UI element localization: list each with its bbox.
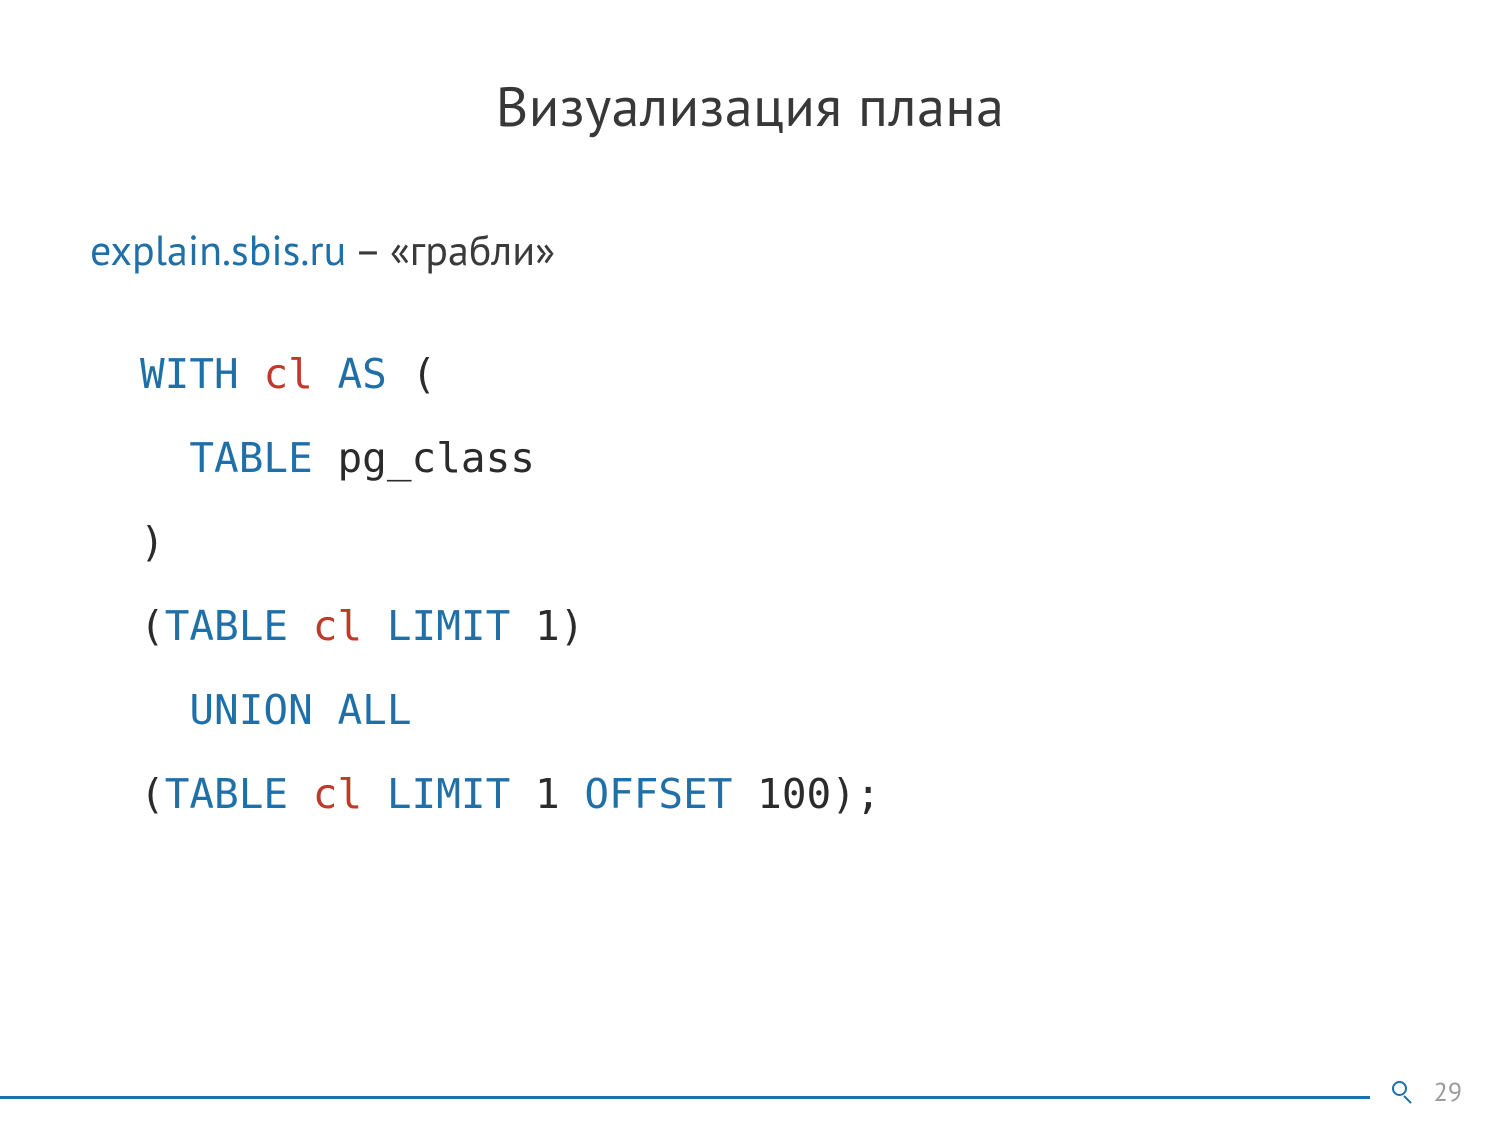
footer-divider [0, 1096, 1370, 1099]
site-link[interactable]: explain.sbis.ru [90, 222, 346, 277]
mid-1: 1 [510, 770, 584, 818]
paren-open-2: ( [140, 602, 165, 650]
search-icon [1392, 1081, 1416, 1105]
page-number: 29 [1434, 1076, 1462, 1109]
kw-table-2: TABLE [165, 602, 288, 650]
slide-title: Визуализация плана [90, 70, 1410, 142]
cte-name-2: cl [313, 602, 362, 650]
subtitle-dash: – [346, 222, 389, 277]
cte-name: cl [263, 350, 312, 398]
slide: Визуализация плана explain.sbis.ru – «гр… [0, 0, 1500, 1125]
subtitle-desc: «грабли» [390, 222, 556, 277]
ident-pgclass: pg_class [313, 434, 535, 482]
slide-subtitle: explain.sbis.ru – «грабли» [90, 222, 1410, 277]
limit-1: 1) [510, 602, 584, 650]
kw-as: AS [338, 350, 387, 398]
kw-limit: LIMIT [387, 602, 510, 650]
kw-union-all: UNION ALL [189, 686, 411, 734]
kw-offset: OFFSET [584, 770, 732, 818]
kw-table-3: TABLE [165, 770, 288, 818]
footer-right: 29 [1392, 1076, 1462, 1109]
kw-with: WITH [140, 350, 239, 398]
kw-table: TABLE [189, 434, 312, 482]
kw-limit-2: LIMIT [387, 770, 510, 818]
cte-name-3: cl [313, 770, 362, 818]
code-block: WITH cl AS ( TABLE pg_class ) (TABLE cl … [140, 332, 1410, 836]
tail-100: 100); [732, 770, 880, 818]
paren-open-3: ( [140, 770, 165, 818]
paren-open: ( [387, 350, 436, 398]
paren-close: ) [140, 518, 165, 566]
